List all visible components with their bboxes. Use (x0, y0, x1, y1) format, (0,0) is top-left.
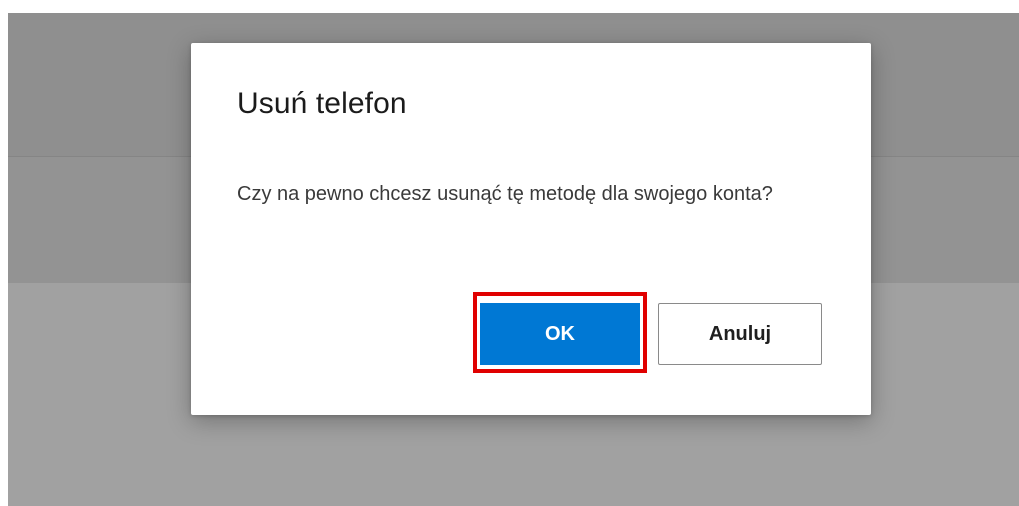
screen: Usuń telefon Czy na pewno chcesz usunąć … (0, 0, 1019, 506)
ok-button[interactable]: OK (480, 303, 640, 365)
cancel-button[interactable]: Anuluj (658, 303, 822, 365)
remove-phone-dialog: Usuń telefon Czy na pewno chcesz usunąć … (191, 43, 871, 415)
dialog-message: Czy na pewno chcesz usunąć tę metodę dla… (237, 183, 773, 205)
dialog-title: Usuń telefon (237, 87, 407, 120)
